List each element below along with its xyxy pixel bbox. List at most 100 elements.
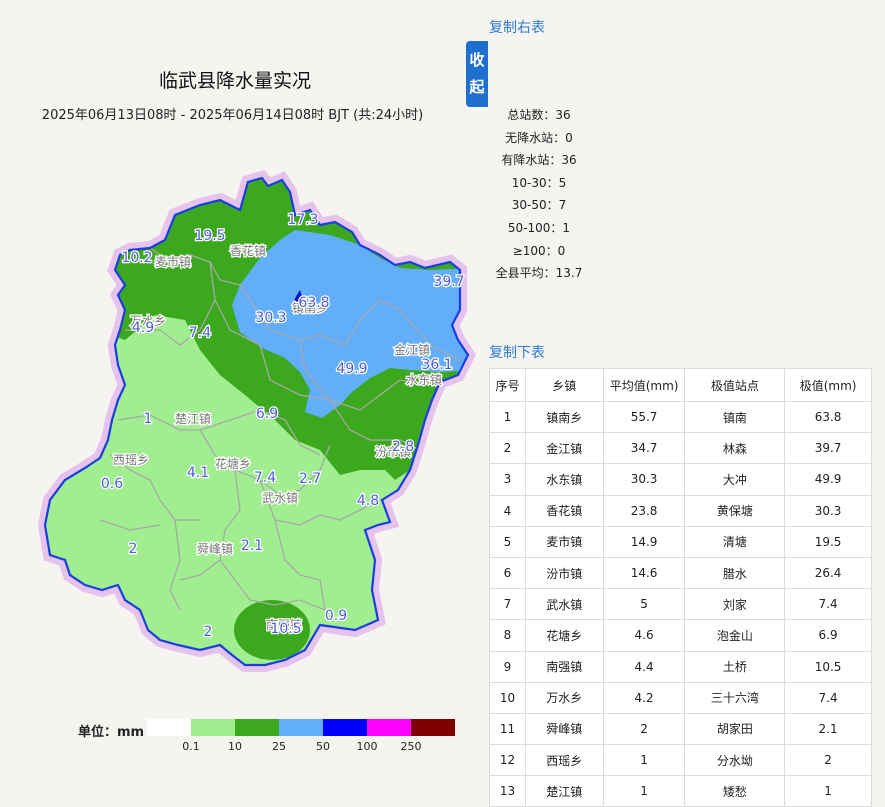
table-header: 平均值(mm) xyxy=(602,368,686,402)
table-header: 极值(mm) xyxy=(784,368,872,402)
copy-right-table-link[interactable]: 复制右表 xyxy=(489,17,545,37)
table-cell: 3 xyxy=(489,463,526,496)
table-cell: 30.3 xyxy=(784,494,872,527)
legend-color-swatch xyxy=(411,719,455,736)
station-value: 49.9 xyxy=(336,361,367,377)
table-cell: 39.7 xyxy=(784,432,872,465)
table-cell: 2 xyxy=(602,712,686,746)
table-cell: 49.9 xyxy=(784,463,872,496)
page-title: 临武县降水量实况 xyxy=(158,70,311,92)
town-label: 香花镇 xyxy=(230,243,266,258)
town-label: 麦市镇 xyxy=(155,254,191,269)
table-cell: 2 xyxy=(489,432,526,465)
table-cell: 西瑶乡 xyxy=(524,744,604,777)
table-row: 6 汾市镇 14.6 腊水 26.4 xyxy=(489,556,872,590)
legend-color-swatch xyxy=(367,719,411,736)
station-value: 10.5 xyxy=(270,621,301,637)
table-row: 4 香花镇 23.8 黄保塘 30.3 xyxy=(489,494,872,527)
table-header: 极值站点 xyxy=(684,368,786,402)
table-cell: 镇南 xyxy=(684,400,786,434)
rainfall-map: 麦市镇香花镇万水乡镇南乡金江镇水东镇楚江镇汾市镇西瑶乡 花塘乡武水镇舜峰镇南强镇 … xyxy=(0,140,480,680)
copy-bottom-table-link[interactable]: 复制下表 xyxy=(489,342,545,362)
table-cell: 7 xyxy=(489,588,526,621)
table-cell: 楚江镇 xyxy=(524,775,604,807)
station-value: 19.5 xyxy=(194,228,225,244)
legend-tick-label: 25 xyxy=(272,740,286,753)
table-cell: 10.5 xyxy=(784,650,872,683)
station-value: 2 xyxy=(129,541,138,557)
table-cell: 30.3 xyxy=(602,463,686,496)
table-cell: 汾市镇 xyxy=(524,556,604,590)
town-label: 西瑶乡 xyxy=(113,453,149,467)
table-cell: 13 xyxy=(489,775,526,807)
legend-unit-label: 单位：mm xyxy=(78,725,145,740)
station-value: 17.3 xyxy=(287,212,318,228)
table-cell: 花塘乡 xyxy=(524,619,604,652)
station-table-scroll[interactable]: 序号站点名称乡镇数值 (mm) 1镇南镇南乡63.82大冲水东镇49.93佛祖镇… xyxy=(589,10,872,363)
table-cell: 55.7 xyxy=(602,400,686,434)
table-cell: 麦市镇 xyxy=(524,525,604,558)
table-cell: 土桥 xyxy=(684,650,786,683)
town-label: 楚江镇 xyxy=(175,412,211,426)
table-cell: 刘家 xyxy=(684,588,786,621)
station-value: 2.7 xyxy=(299,471,321,487)
table-row: 5 麦市镇 14.9 清塘 19.5 xyxy=(489,525,872,558)
table-cell: 19.5 xyxy=(784,525,872,558)
table-cell: 南强镇 xyxy=(524,650,604,683)
legend-color-swatch xyxy=(323,719,367,736)
stat-line: 有降水站：36 xyxy=(501,153,577,168)
stat-line: 10-30：5 xyxy=(511,175,567,190)
table-cell: 三十六湾 xyxy=(684,681,786,714)
legend-tick-label: 250 xyxy=(400,740,422,753)
collapse-label-1: 收 xyxy=(469,51,485,69)
town-label: 水东镇 xyxy=(406,373,442,387)
table-cell: 泡金山 xyxy=(684,619,786,652)
table-cell: 6.9 xyxy=(784,619,872,652)
table-row: 7 武水镇 5 刘家 7.4 xyxy=(489,588,872,621)
table-cell: 6 xyxy=(489,556,526,590)
station-value: 2.8 xyxy=(392,439,414,455)
collapse-button[interactable]: 收 起 xyxy=(466,41,488,107)
table-row: 3 水东镇 30.3 大冲 49.9 xyxy=(489,463,872,496)
town-label: 舜峰镇 xyxy=(197,541,233,556)
table-cell: 1 xyxy=(602,775,686,807)
town-average-table: 序号 乡镇 平均值(mm) 极值站点 极值(mm) 1 镇南乡 55.7 镇南 63.8 2 金江镇… xyxy=(489,368,872,807)
table-cell: 14.6 xyxy=(602,556,686,590)
stat-line: 30-50：7 xyxy=(511,198,567,213)
station-value: 4.9 xyxy=(132,320,154,336)
station-value: 10.2 xyxy=(121,250,152,266)
legend-color-swatch xyxy=(191,719,235,736)
station-value: 39.7 xyxy=(433,274,464,290)
station-value: 4.1 xyxy=(187,465,209,481)
table-header: 序号 xyxy=(489,368,526,402)
table-row: 2 金江镇 34.7 林森 39.7 xyxy=(489,432,872,465)
table-cell: 8 xyxy=(489,619,526,652)
table-cell: 腊水 xyxy=(684,556,786,590)
table-cell: 5 xyxy=(489,525,526,558)
table-cell: 武水镇 xyxy=(524,588,604,621)
station-value: 36.1 xyxy=(421,357,452,373)
legend-color-swatch xyxy=(147,719,191,736)
table-cell: 5 xyxy=(602,588,686,621)
table-cell: 4.6 xyxy=(602,619,686,652)
table-cell: 4.4 xyxy=(602,650,686,683)
table-cell: 1 xyxy=(489,400,526,434)
table-cell: 舜峰镇 xyxy=(524,712,604,746)
table-cell: 镇南乡 xyxy=(524,400,604,434)
legend-color-swatch xyxy=(279,719,323,736)
table-cell: 7.4 xyxy=(784,588,872,621)
station-value: 1 xyxy=(144,411,153,427)
table-cell: 金江镇 xyxy=(524,432,604,465)
table-cell: 7.4 xyxy=(784,681,872,714)
station-stats: 总站数：36 无降水站：0 有降水站：36 10-30：5 30-50：7 50-100：… xyxy=(489,104,589,285)
station-value: 0.9 xyxy=(325,608,347,624)
stat-line: 50-100：1 xyxy=(507,220,571,235)
table-header: 乡镇 xyxy=(524,368,604,402)
table-row: 10 万水乡 4.2 三十六湾 7.4 xyxy=(489,681,872,714)
table-cell: 分水坳 xyxy=(684,744,786,777)
legend-tick-label: 0.1 xyxy=(182,740,200,753)
table-cell: 1 xyxy=(784,775,872,807)
table-cell: 胡家田 xyxy=(684,712,786,746)
station-value: 63.8 xyxy=(298,295,329,311)
table-cell: 万水乡 xyxy=(524,681,604,714)
